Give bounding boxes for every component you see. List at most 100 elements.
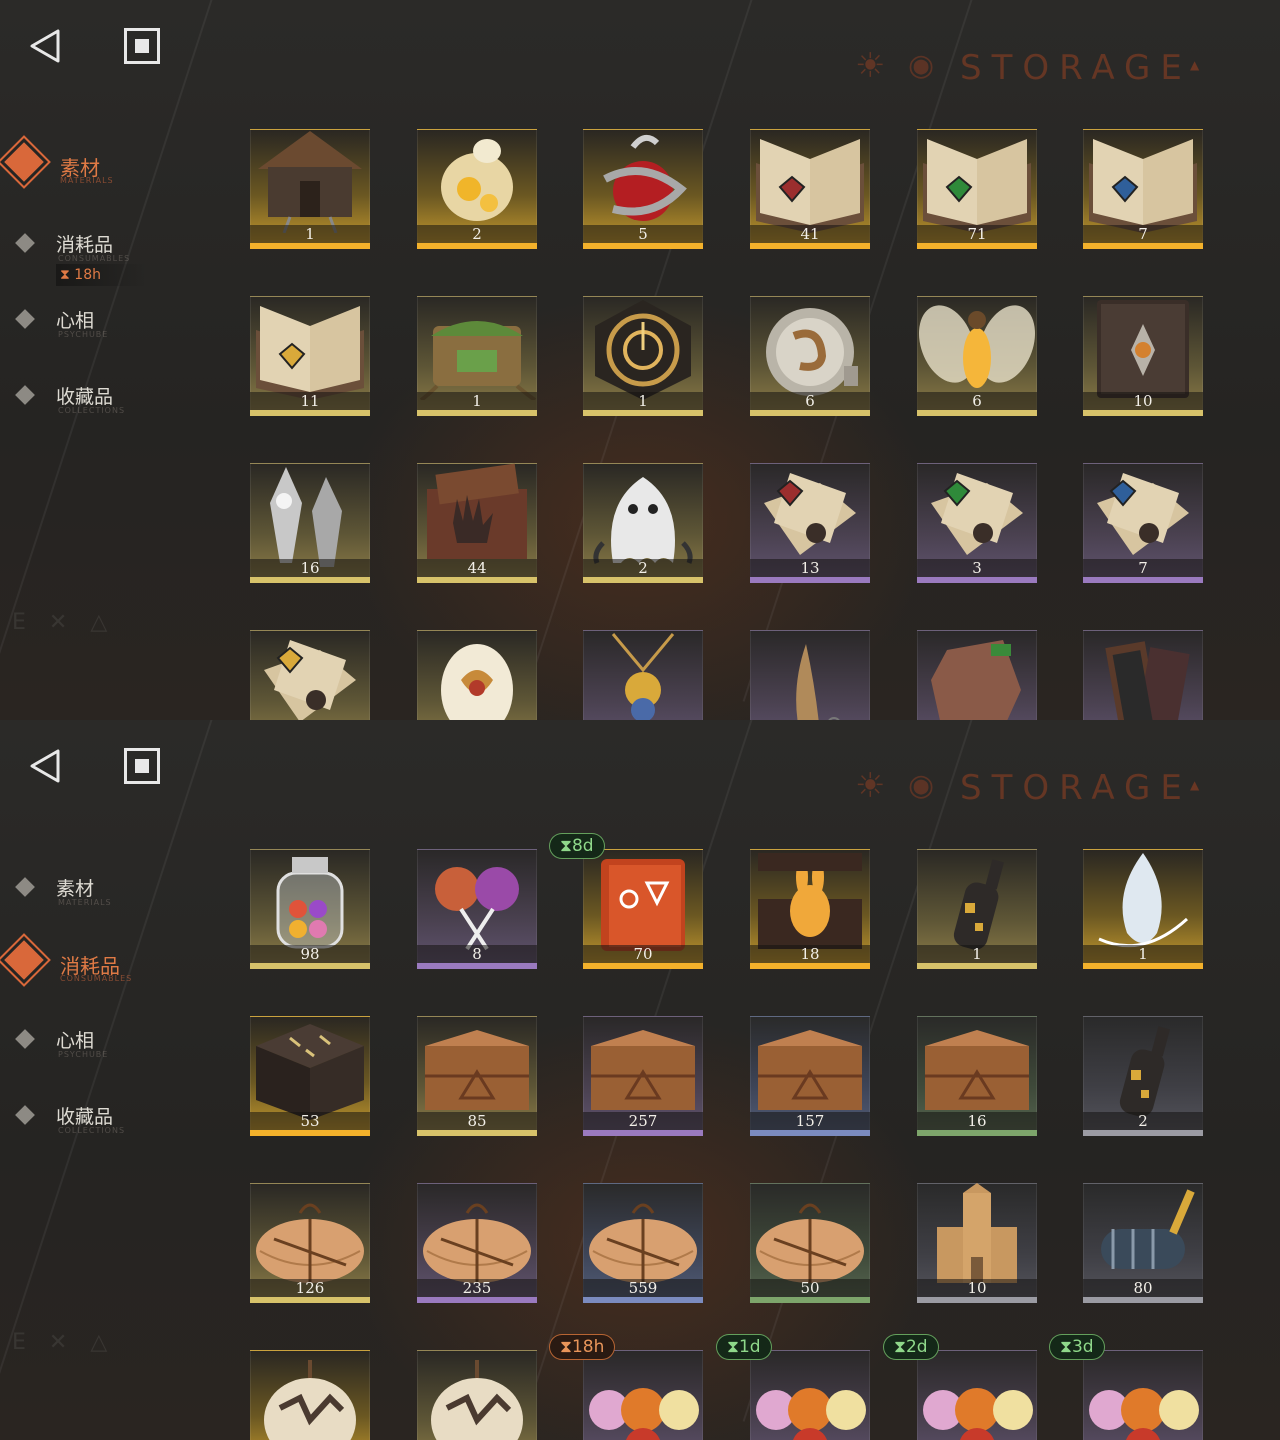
- item-slot-rock[interactable]: [917, 630, 1037, 720]
- parcel-icon: [250, 1183, 370, 1287]
- item-slot-crate[interactable]: 257: [583, 1016, 703, 1136]
- item-slot-scroll-blue[interactable]: 7: [1083, 463, 1203, 583]
- item-slot-candies[interactable]: ⧗1d: [716, 1334, 870, 1440]
- item-count: 11: [300, 392, 320, 410]
- hourglass-icon: ⧗: [894, 1337, 906, 1357]
- sidebar-tab-label: 收藏品: [56, 386, 114, 408]
- item-count: 85: [467, 1112, 487, 1130]
- item-expiry-value: 18h: [571, 1337, 605, 1357]
- item-slot-tome[interactable]: 10: [1083, 296, 1203, 416]
- item-slot-firefly[interactable]: 6: [917, 296, 1037, 416]
- rarity-stripe: [750, 577, 870, 583]
- rarity-stripe: [250, 963, 370, 969]
- item-slot-bag[interactable]: [250, 1350, 370, 1440]
- item-slot-lollipops[interactable]: 8: [417, 849, 537, 969]
- back-button[interactable]: [26, 746, 66, 786]
- item-slot-bullets[interactable]: 16: [250, 463, 370, 583]
- back-triangle-icon: [30, 29, 60, 63]
- sidebar-tab-materials[interactable]: 素材 MATERIALS: [15, 874, 216, 924]
- item-slot-book-blue[interactable]: 7: [1083, 129, 1203, 249]
- sidebar-tab-psychube[interactable]: 心相 PSYCHUBE: [15, 1026, 216, 1076]
- item-count: 2: [472, 225, 482, 243]
- item-slot-clockwork[interactable]: 1: [583, 296, 703, 416]
- rarity-stripe: [1083, 1297, 1203, 1303]
- sidebar-tab-psychube[interactable]: 心相 PSYCHUBE: [15, 306, 216, 356]
- hourglass-icon: ⧗: [560, 836, 572, 856]
- item-count: 13: [800, 559, 820, 577]
- sidebar-tab-collections[interactable]: 收藏品 COLLECTIONS: [15, 382, 216, 432]
- item-slot-frame[interactable]: [1083, 630, 1203, 720]
- item-slot-rune-book[interactable]: 70 ⧗8d: [549, 833, 703, 969]
- amulet-icon: [583, 630, 703, 720]
- sidebar-tab-collections[interactable]: 收藏品 COLLECTIONS: [15, 1102, 216, 1152]
- item-slot-egg[interactable]: [417, 630, 537, 720]
- roller-icon: [1083, 1183, 1203, 1287]
- rune-book-icon: [583, 849, 703, 953]
- item-slot-crate[interactable]: 157: [750, 1016, 870, 1136]
- item-slot-scroll-green[interactable]: 3: [917, 463, 1037, 583]
- item-slot-hut[interactable]: 1: [250, 129, 370, 249]
- item-slot-roller[interactable]: 80: [1083, 1183, 1203, 1303]
- item-slot-parcel[interactable]: 126: [250, 1183, 370, 1303]
- sidebar-tab-sublabel: CONSUMABLES: [58, 254, 131, 263]
- item-slot-bottle[interactable]: 2: [1083, 1016, 1203, 1136]
- rarity-stripe: [583, 410, 703, 416]
- diamond-icon: [15, 385, 35, 405]
- item-slot-bag[interactable]: [417, 1350, 537, 1440]
- rarity-stripe: [417, 577, 537, 583]
- back-button[interactable]: [26, 26, 66, 66]
- item-slot-candies[interactable]: ⧗3d: [1049, 1334, 1203, 1440]
- bullets-icon: [250, 463, 370, 567]
- item-slot-scroll-red[interactable]: 13: [750, 463, 870, 583]
- item-slot-candies[interactable]: ⧗2d: [883, 1334, 1037, 1440]
- item-slot-parcel[interactable]: 235: [417, 1183, 537, 1303]
- sidebar-tab-materials[interactable]: 素材 MATERIALS: [4, 142, 216, 202]
- item-expiry-value: 8d: [571, 836, 594, 856]
- item-slot-hand-box[interactable]: 44: [417, 463, 537, 583]
- item-count: 10: [1133, 392, 1153, 410]
- candy-jar-icon: [250, 849, 370, 953]
- diamond-icon: [15, 877, 35, 897]
- stop-button[interactable]: [124, 748, 160, 784]
- item-slot-castle[interactable]: 10: [917, 1183, 1037, 1303]
- item-slot-mossy-chest[interactable]: 1: [417, 296, 537, 416]
- item-slot-parcel[interactable]: 559: [583, 1183, 703, 1303]
- rarity-stripe: [1083, 243, 1203, 249]
- item-count: 50: [800, 1279, 820, 1297]
- item-slot-crate[interactable]: 16: [917, 1016, 1037, 1136]
- sidebar-tab-sublabel: COLLECTIONS: [58, 1126, 126, 1135]
- item-slot-sheep[interactable]: 2: [417, 129, 537, 249]
- item-slot-crystal[interactable]: 1: [1083, 849, 1203, 969]
- item-slot-rabbit-box[interactable]: 18: [750, 849, 870, 969]
- rarity-stripe: [250, 577, 370, 583]
- sidebar-tab-label: 收藏品: [56, 1106, 114, 1128]
- crate-icon: [750, 1016, 870, 1120]
- item-slot-apple-snake[interactable]: 5: [583, 129, 703, 249]
- item-slot-ghost[interactable]: 2: [583, 463, 703, 583]
- rarity-stripe: [417, 963, 537, 969]
- item-slot-bottle[interactable]: 1: [917, 849, 1037, 969]
- item-slot-book-gold[interactable]: 11: [250, 296, 370, 416]
- stop-button[interactable]: [124, 28, 160, 64]
- rarity-stripe: [750, 963, 870, 969]
- diamond-icon: [15, 233, 35, 253]
- item-slot-candies[interactable]: ⧗18h: [549, 1334, 703, 1440]
- item-slot-pocket-watch[interactable]: 6: [750, 296, 870, 416]
- lollipops-icon: [417, 849, 537, 953]
- diamond-icon: [15, 1029, 35, 1049]
- sidebar-tab-consumables[interactable]: 消耗品 CONSUMABLES: [4, 940, 216, 1000]
- item-slot-crate[interactable]: 85: [417, 1016, 537, 1136]
- item-count: 7: [1138, 225, 1148, 243]
- item-slot-scroll-gold[interactable]: [250, 630, 370, 720]
- sidebar-tab-label: 心相: [56, 310, 95, 332]
- item-count: 157: [795, 1112, 825, 1130]
- item-slot-rune-cube[interactable]: 53: [250, 1016, 370, 1136]
- item-slot-amulet[interactable]: [583, 630, 703, 720]
- item-count: 1: [638, 392, 648, 410]
- item-slot-candy-jar[interactable]: 98: [250, 849, 370, 969]
- item-slot-book-green[interactable]: 71: [917, 129, 1037, 249]
- item-count: 257: [628, 1112, 658, 1130]
- item-slot-book-red[interactable]: 41: [750, 129, 870, 249]
- item-slot-claw[interactable]: [750, 630, 870, 720]
- item-slot-parcel[interactable]: 50: [750, 1183, 870, 1303]
